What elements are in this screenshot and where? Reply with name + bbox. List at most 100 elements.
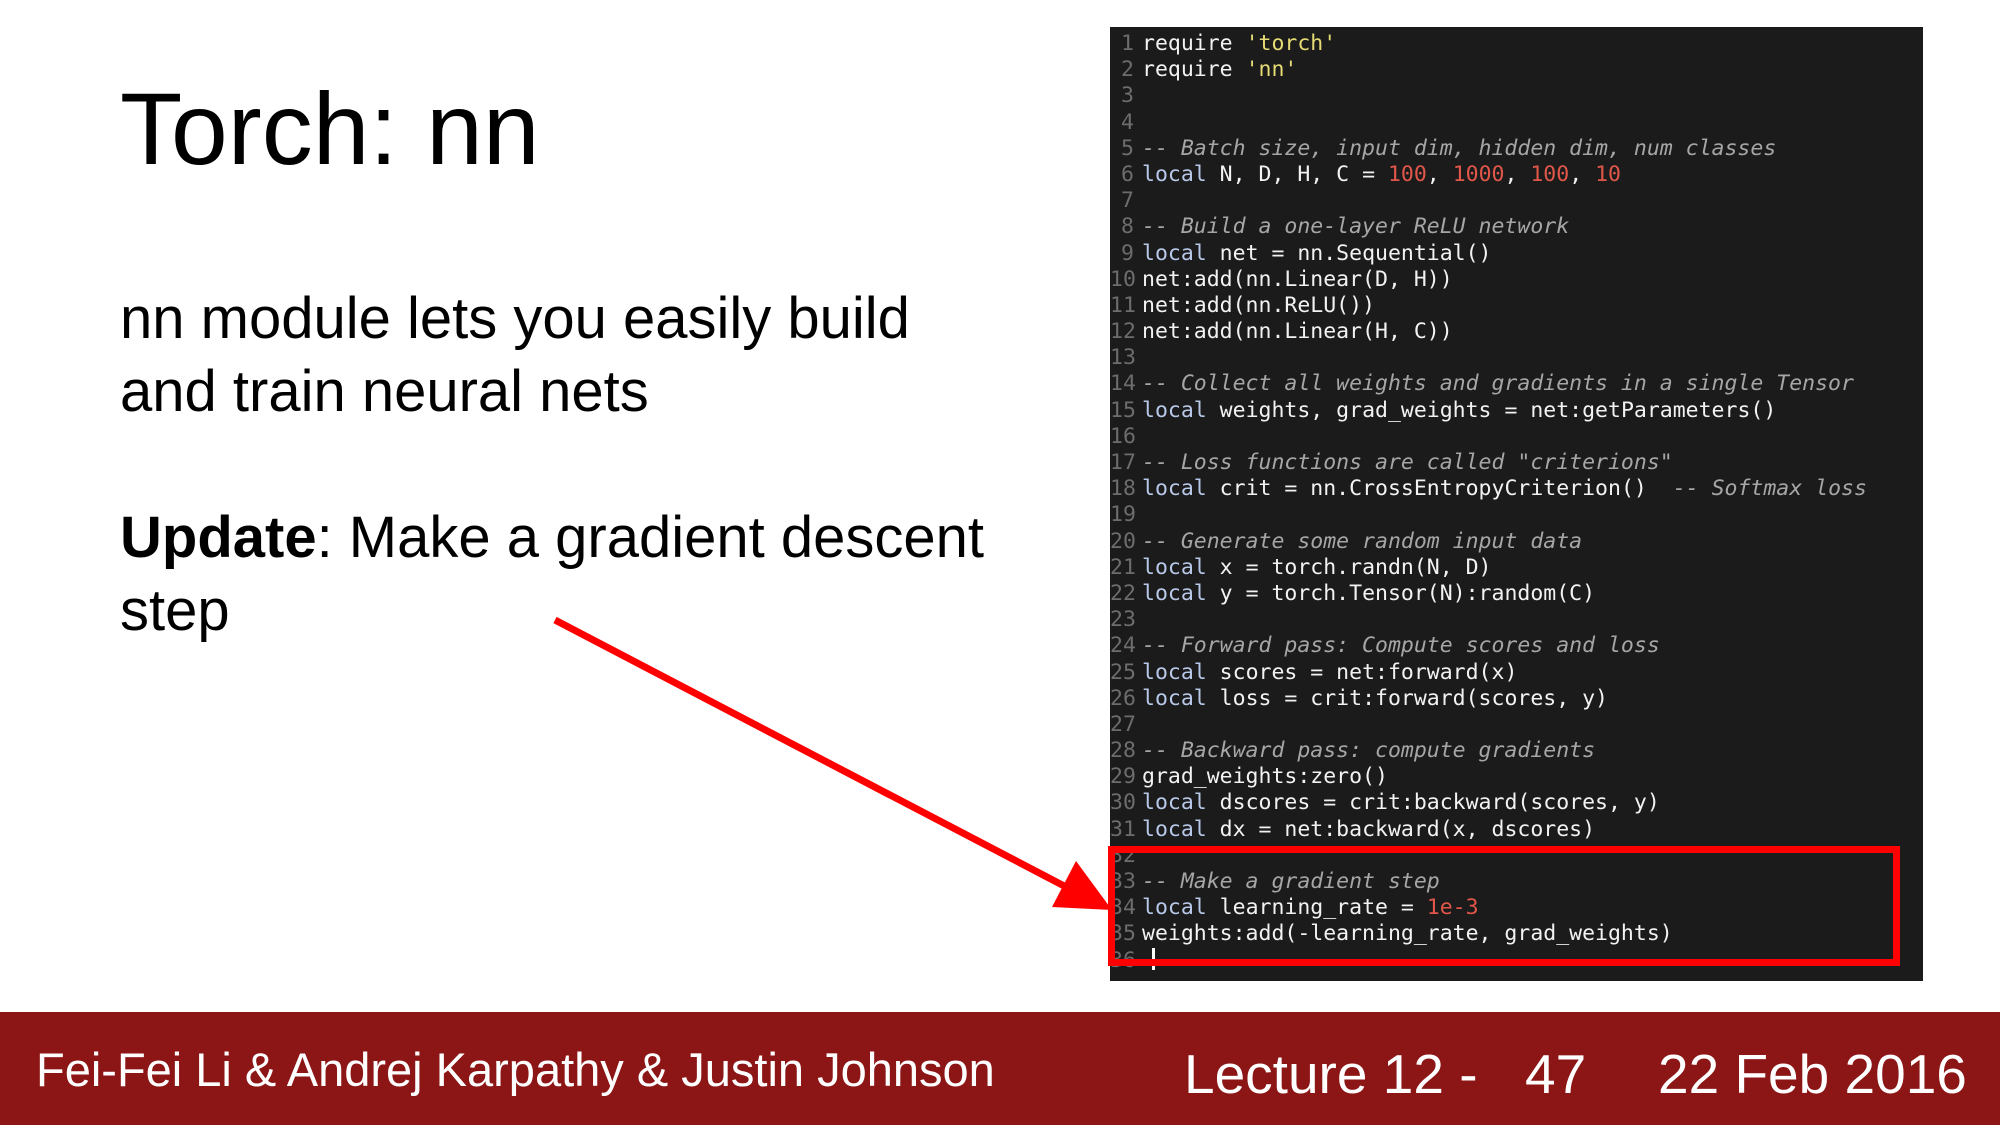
line-number: 18 [1110,476,1136,502]
code-line: 9 local net = nn.Sequential() [1110,241,1923,267]
line-number: 16 [1110,423,1136,449]
code-token: local [1142,161,1207,187]
code-token: 10 [1595,161,1621,187]
code-token: -- Forward pass: Compute scores and loss [1142,633,1660,659]
footer-date: 22 Feb 2016 [1658,1043,1967,1105]
line-number: 31 [1110,816,1136,842]
code-token: local [1142,685,1207,711]
code-token: local [1142,580,1207,606]
code-token: -- Build a one-layer ReLU network [1142,214,1570,240]
code-token: , [1569,161,1596,187]
code-line: 24 -- Forward pass: Compute scores and lo… [1110,633,1923,659]
code-line: 29 grad_weights:zero() [1110,764,1923,790]
code-line: 10 net:add(nn.Linear(D, H)) [1110,267,1923,293]
line-number: 30 [1110,790,1136,816]
line-number: 28 [1110,738,1136,764]
line-number: 7 [1121,188,1134,214]
code-line: 25 local scores = net:forward(x) [1110,660,1923,686]
code-line: 15 local weights, grad_weights = net:getP… [1110,398,1923,424]
line-number: 26 [1110,685,1136,711]
code-token: -- Batch size, input dim, hidden dim, nu… [1142,135,1777,161]
code-token: net:add(nn.Linear(D, H)) [1142,266,1453,292]
code-line: 11 net:add(nn.ReLU()) [1110,293,1923,319]
code-token: -- Softmax loss [1672,476,1867,502]
line-number: 8 [1121,214,1134,240]
code-token: loss = crit:forward(scores, y) [1206,685,1609,711]
code-line: 6 local N, D, H, C = 100, 1000, 100, 10 [1110,162,1923,188]
footer-authors: Fei-Fei Li & Andrej Karpathy & Justin Jo… [36,1043,995,1096]
line-number: 20 [1110,528,1136,554]
code-screenshot: 1 require 'torch' 2 require 'nn' 3 4 5 -- Batch… [1110,27,1923,981]
code-token: , [1504,161,1531,187]
line-number: 4 [1121,109,1134,135]
code-token: dx = net:backward(x, dscores) [1206,816,1596,842]
code-token: 100 [1387,161,1427,187]
code-token: , [1426,161,1453,187]
code-token: x = torch.randn(N, D) [1206,554,1492,580]
code-line: 1 require 'torch' [1110,31,1923,57]
code-token: 'torch' [1245,31,1337,56]
code-token: N, D, H, C = [1206,161,1388,187]
code-line: 20 -- Generate some random input data [1110,529,1923,555]
code-line: 22 local y = torch.Tensor(N):random(C) [1110,581,1923,607]
code-token: -- Backward pass: compute gradients [1142,738,1596,764]
code-token: -- Generate some random input data [1142,528,1583,554]
code-line: 21 local x = torch.randn(N, D) [1110,555,1923,581]
update-label: Update [120,505,317,570]
line-number: 17 [1110,450,1136,475]
code-token: local [1142,476,1207,502]
paragraph-nn-module: nn module lets you easily build and trai… [120,286,910,424]
line-number: 11 [1110,292,1136,318]
code-token: net:add(nn.ReLU()) [1142,292,1375,318]
code-token: local [1142,659,1207,685]
code-token: local [1142,790,1207,816]
line-number: 6 [1121,161,1134,187]
line-number: 22 [1110,580,1136,606]
line-number: 12 [1110,319,1136,345]
line-number: 29 [1110,764,1136,790]
code-line: 13 [1110,345,1923,371]
code-token: weights, grad_weights = net:getParameter… [1206,397,1777,423]
code-token: net:add(nn.Linear(H, C)) [1142,319,1453,345]
code-token: local [1142,816,1207,842]
footer-bar: Fei-Fei Li & Andrej Karpathy & Justin Jo… [0,1012,2000,1125]
code-token: scores = net:forward(x) [1206,659,1518,685]
line-number: 5 [1121,135,1134,161]
line-number: 23 [1110,607,1136,633]
code-token: -- Loss functions are called "criterions… [1142,450,1673,475]
code-line: 16 [1110,424,1923,450]
code-token: local [1142,554,1207,580]
code-line: 27 [1110,712,1923,738]
code-token: require [1142,31,1246,56]
code-token: y = torch.Tensor(N):random(C) [1206,580,1596,606]
line-number: 15 [1110,397,1136,423]
code-line: 7 [1110,188,1923,214]
code-token: crit = nn.CrossEntropyCriterion() [1206,476,1673,502]
footer-lecture: Lecture 12 - [1184,1043,1478,1105]
code-token: grad_weights:zero() [1142,764,1388,790]
code-line: 4 [1110,110,1923,136]
code-line: 28 -- Backward pass: compute gradients [1110,738,1923,764]
line-number: 14 [1110,371,1136,397]
slide-body: nn module lets you easily build and trai… [120,282,1000,720]
code-token: dscores = crit:backward(scores, y) [1206,790,1660,816]
line-number: 9 [1121,240,1134,266]
line-number: 1 [1121,31,1134,56]
code-token: -- Collect all weights and gradients in … [1142,371,1854,397]
code-line: 30 local dscores = crit:backward(scores, … [1110,790,1923,816]
line-number: 25 [1110,659,1136,685]
code-token: 'nn' [1245,57,1298,83]
line-number: 3 [1121,83,1134,109]
code-line: 19 [1110,502,1923,528]
code-line: 17 -- Loss functions are called "criterio… [1110,450,1923,476]
code-lines: 1 require 'torch' 2 require 'nn' 3 4 5 -- Batch… [1110,31,1923,974]
line-number: 21 [1110,554,1136,580]
code-line: 14 -- Collect all weights and gradients i… [1110,371,1923,397]
code-line: 3 [1110,83,1923,109]
code-line: 18 local crit = nn.CrossEntropyCriterion(… [1110,476,1923,502]
paragraph-update: Update: Make a gradient descent step [120,501,1000,647]
line-number: 24 [1110,633,1136,659]
line-number: 27 [1110,711,1136,737]
code-token: local [1142,240,1207,266]
line-number: 10 [1110,266,1136,292]
